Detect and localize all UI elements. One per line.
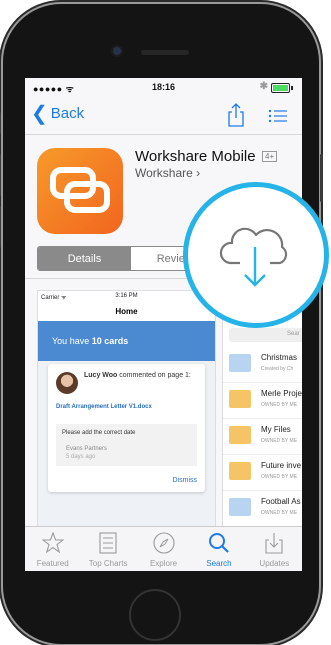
folder-name: Christmas xyxy=(261,353,298,362)
tab-details[interactable]: Details xyxy=(38,247,131,270)
shared-folder-icon xyxy=(229,354,251,372)
developer-link[interactable]: Workshare › xyxy=(135,166,200,180)
screenshot-cards-banner: You have 10 cards xyxy=(38,321,215,361)
folder-owner: OWNED BY ME xyxy=(261,474,298,480)
folder-name: My Files xyxy=(261,425,291,434)
comment-card: Lucy Woo commented on page 1: Draft Arra… xyxy=(48,364,205,492)
folder-name: Merle Proje xyxy=(261,389,302,398)
files-search-field: Sear xyxy=(229,328,302,342)
tab-featured[interactable]: Featured xyxy=(25,527,80,571)
tab-explore[interactable]: Explore xyxy=(136,527,191,571)
comment-headline: Lucy Woo commented on page 1: xyxy=(84,372,199,379)
folder-name: Future inve xyxy=(261,461,302,470)
folder-icon xyxy=(229,462,251,480)
tab-bar: Featured Top Charts Explore Search Updat… xyxy=(25,526,302,571)
folder-icon xyxy=(229,426,251,444)
tab-top-charts[interactable]: Top Charts xyxy=(80,527,135,571)
list-item: Future inve OWNED BY ME xyxy=(223,454,302,491)
screenshot-status-bar: Carrier ᯤ 3:16 PM xyxy=(38,291,215,303)
share-icon[interactable] xyxy=(226,102,246,128)
list-item: My Files OWNED BY ME xyxy=(223,418,302,455)
mute-switch xyxy=(0,112,1,134)
tab-label: Featured xyxy=(36,559,69,568)
folder-owner: Created by Ch xyxy=(261,366,294,372)
comment-author: Evans Partners xyxy=(66,446,108,452)
list-item: Football As OWNED BY ME xyxy=(223,490,302,527)
tab-label: Top Charts xyxy=(88,559,128,568)
earpiece-speaker xyxy=(141,50,189,55)
volume-up-button xyxy=(0,154,1,196)
banner-prefix: You have xyxy=(52,336,92,346)
document-link: Draft Arrangement Letter V1.docx xyxy=(56,404,152,410)
comment-box: Please add the correct date Evans Partne… xyxy=(56,424,197,466)
list-icon[interactable] xyxy=(268,108,288,124)
comment-text: Please add the correct date xyxy=(62,430,136,436)
screenshot-time: 3:16 PM xyxy=(115,293,138,299)
status-bar: ●●●●● ᯤ 18:16 ✱ xyxy=(25,78,302,98)
cloud-download-icon xyxy=(219,227,288,287)
screenshot-nav-title: Home xyxy=(38,303,215,322)
files-search-placeholder: Sear xyxy=(287,331,300,337)
home-button[interactable] xyxy=(129,589,181,641)
app-screenshot-home[interactable]: Carrier ᯤ 3:16 PM Home You have 10 cards… xyxy=(37,290,216,532)
front-camera xyxy=(113,47,121,55)
navigation-bar: ❮ Back xyxy=(25,98,302,135)
cloud-download-badge xyxy=(183,182,329,328)
list-icon xyxy=(99,532,117,554)
age-rating-badge: 4+ xyxy=(262,151,278,162)
folder-owner: OWNED BY ME xyxy=(261,438,298,444)
battery-icon xyxy=(271,83,293,93)
back-label: Back xyxy=(50,105,85,122)
search-icon xyxy=(208,533,229,553)
folder-owner: OWNED BY ME xyxy=(261,402,298,408)
star-icon xyxy=(41,532,64,554)
developer-chevron-icon: › xyxy=(196,166,201,180)
workshare-app-icon xyxy=(37,148,123,234)
developer-name: Workshare xyxy=(135,166,193,180)
tab-label: Updates xyxy=(259,559,290,568)
app-title: Workshare Mobile xyxy=(135,148,256,165)
shared-folder-icon xyxy=(229,498,251,516)
folder-name: Football As xyxy=(261,497,301,506)
volume-down-button xyxy=(0,206,1,248)
back-chevron-icon: ❮ xyxy=(31,102,48,125)
download-tray-icon xyxy=(265,533,283,554)
folder-icon xyxy=(229,390,251,408)
compass-icon xyxy=(152,532,175,554)
comment-action: commented on page 1: xyxy=(117,372,191,379)
list-item: Christmas Created by Ch xyxy=(223,346,302,383)
bluetooth-icon: ✱ xyxy=(259,81,268,92)
avatar xyxy=(56,372,78,394)
banner-count: 10 cards xyxy=(91,336,129,346)
tab-updates[interactable]: Updates xyxy=(247,527,302,571)
tab-label: Search xyxy=(206,559,232,568)
back-button[interactable]: ❮ Back xyxy=(31,102,85,125)
tab-search[interactable]: Search xyxy=(191,527,246,571)
comment-user: Lucy Woo xyxy=(84,372,118,379)
comment-time: 5 days ago xyxy=(66,454,96,460)
tab-label: Explore xyxy=(149,559,178,568)
dismiss-link: Dismiss xyxy=(172,477,198,484)
power-button xyxy=(320,154,323,202)
folder-owner: OWNED BY ME xyxy=(261,510,298,516)
list-item: Merle Proje OWNED BY ME xyxy=(223,382,302,419)
